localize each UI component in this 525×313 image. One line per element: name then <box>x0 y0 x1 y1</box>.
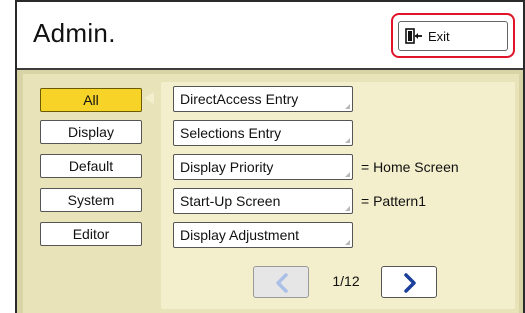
category-editor-button[interactable]: Editor <box>40 222 142 246</box>
corner-mark-icon <box>345 138 350 143</box>
directaccess-entry-button[interactable]: DirectAccess Entry <box>173 86 353 112</box>
start-up-screen-button[interactable]: Start-Up Screen <box>173 188 353 214</box>
category-default-button[interactable]: Default <box>40 154 142 178</box>
display-adjustment-button[interactable]: Display Adjustment <box>173 222 353 248</box>
category-all-button[interactable]: All <box>40 88 142 112</box>
item-label: Selections Entry <box>180 125 282 141</box>
display-priority-value: = Home Screen <box>361 159 459 175</box>
item-label: Display Adjustment <box>180 227 300 243</box>
settings-items-panel: DirectAccess Entry Selections Entry Disp… <box>161 82 515 309</box>
chevron-right-icon <box>404 273 416 293</box>
header-bar: Admin. Exit <box>17 2 523 70</box>
previous-page-button[interactable] <box>253 266 309 298</box>
pager: 1/12 <box>253 266 453 298</box>
admin-window: Admin. Exit All Display Default System E… <box>15 0 525 313</box>
category-system-button[interactable]: System <box>40 188 142 212</box>
corner-mark-icon <box>345 172 350 177</box>
chevron-left-icon <box>276 273 288 293</box>
category-label: Display <box>68 124 114 140</box>
corner-mark-icon <box>345 240 350 245</box>
corner-mark-icon <box>345 206 350 211</box>
selections-entry-button[interactable]: Selections Entry <box>173 120 353 146</box>
page-title: Admin. <box>33 18 116 48</box>
item-label: Display Priority <box>180 159 274 175</box>
exit-button[interactable]: Exit <box>398 21 508 51</box>
start-up-screen-value: = Pattern1 <box>361 193 426 209</box>
item-label: DirectAccess Entry <box>180 91 299 107</box>
category-label: Default <box>68 158 114 174</box>
next-page-button[interactable] <box>381 266 437 298</box>
exit-door-icon <box>405 28 422 44</box>
item-label: Start-Up Screen <box>180 193 281 209</box>
corner-mark-icon <box>345 104 350 109</box>
category-display-button[interactable]: Display <box>40 120 142 144</box>
category-label: All <box>83 92 99 108</box>
content-area: All Display Default System Editor Direct… <box>23 74 519 313</box>
exit-label: Exit <box>428 28 450 44</box>
category-label: System <box>67 192 115 208</box>
display-priority-button[interactable]: Display Priority <box>173 154 353 180</box>
active-category-connector <box>144 92 154 104</box>
category-label: Editor <box>72 226 110 242</box>
page-indicator: 1/12 <box>332 273 360 289</box>
